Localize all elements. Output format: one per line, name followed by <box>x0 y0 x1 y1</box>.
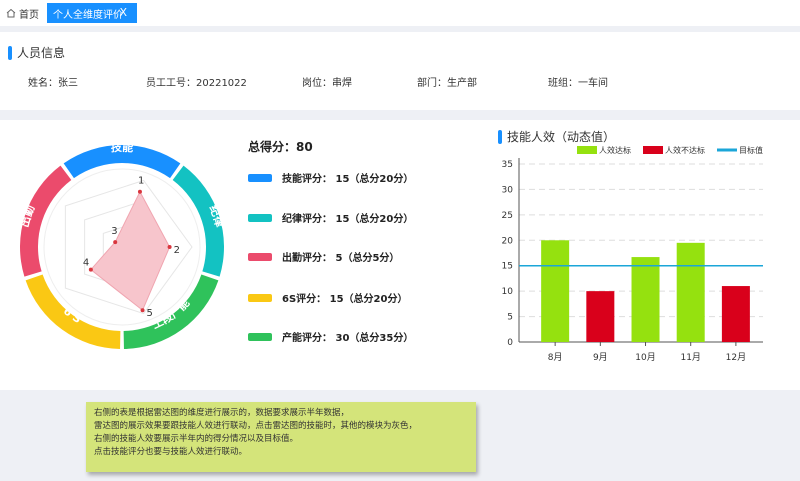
tab-active-label: 个人全维度评价 <box>53 9 123 21</box>
personnel-title-text: 人员信息 <box>17 46 66 60</box>
legend-label: 人效达标 <box>599 145 631 155</box>
field-label: 部门： <box>417 78 447 89</box>
score-capacity[interactable]: 产能评分： 30（总分35分） <box>248 329 413 344</box>
field-value: 生产部 <box>447 78 477 89</box>
y-tick-label: 20 <box>502 236 514 246</box>
x-tick-label: 8月 <box>548 352 563 363</box>
tab-home[interactable]: 首页 <box>2 4 43 22</box>
total-score-value: 80 <box>296 140 313 154</box>
radar-point-label: 1 <box>138 176 144 187</box>
score-attendance[interactable]: 出勤评分： 5（总分5分） <box>248 249 399 264</box>
x-tick-label: 10月 <box>635 352 655 363</box>
score-capacity-text: 产能评分： 30（总分35分） <box>282 333 414 344</box>
score-6s-text: 6S评分： 15（总分20分） <box>282 294 408 305</box>
personnel-section-title: 人员信息 <box>8 44 65 61</box>
y-tick-label: 10 <box>502 287 514 297</box>
score-discipline-text: 纪律评分： 15（总分20分） <box>282 214 414 225</box>
radar-point-label: 5 <box>147 308 153 319</box>
note-line: 点击技能评分也要与技能人效进行联动。 <box>94 447 248 457</box>
score-discipline[interactable]: 纪律评分： 15（总分20分） <box>248 210 413 225</box>
tab-home-label: 首页 <box>19 9 39 21</box>
field-value: 一车间 <box>578 78 608 89</box>
bar[interactable] <box>541 240 570 342</box>
radar-point[interactable] <box>167 245 172 249</box>
score-skill-text: 技能评分： 15（总分20分） <box>282 174 414 185</box>
x-tick-label: 12月 <box>726 352 746 363</box>
field-department: 部门：生产部 <box>417 74 477 89</box>
score-skill[interactable]: 技能评分： 15（总分20分） <box>248 170 413 185</box>
note-line: 右侧的表是根据雷达图的维度进行展示的，数据要求展示半年数据， <box>94 408 350 418</box>
score-attendance-text: 出勤评分： 5（总分5分） <box>282 253 400 264</box>
legend-label: 目标值 <box>739 145 763 155</box>
score-swatch <box>248 332 272 341</box>
close-icon[interactable]: X <box>119 6 127 19</box>
field-team: 班组：一车间 <box>548 74 608 89</box>
score-6s[interactable]: 6S评分： 15（总分20分） <box>248 290 407 305</box>
legend-swatch <box>577 146 597 154</box>
legend-label: 人效不达标 <box>665 145 705 155</box>
radar-ring-segment[interactable] <box>63 145 181 179</box>
field-label: 班组： <box>548 78 578 89</box>
note-line: 雷达图的展示效果要跟技能人效进行联动，点击雷达图的技能时，其他的模块为灰色， <box>94 421 418 431</box>
field-value: 张三 <box>58 78 78 89</box>
field-employee-id: 员工工号：20221022 <box>146 74 247 89</box>
x-tick-label: 11月 <box>680 352 700 363</box>
note-line: 右侧的技能人效要展示半年内的得分情况以及目标值。 <box>94 434 299 444</box>
radar-point[interactable] <box>113 240 118 245</box>
radar-point-label: 4 <box>83 258 89 269</box>
personnel-info-panel: 人员信息 姓名：张三 员工工号：20221022 岗位：串焊 部门：生产部 班组… <box>0 32 800 110</box>
skill-efficiency-chart: 人效达标 人效不达标 目标值 0 5 10 15 20 25 30 35 8月 9月 10月 11月 12月 <box>502 145 763 363</box>
y-tick-label: 5 <box>507 313 513 323</box>
score-swatch <box>248 213 272 222</box>
field-value: 20221022 <box>196 78 247 89</box>
score-swatch <box>248 293 272 302</box>
annotation-note: 右侧的表是根据雷达图的维度进行展示的，数据要求展示半年数据， 雷达图的展示效果要… <box>86 402 476 472</box>
bar[interactable] <box>721 286 750 342</box>
field-value: 串焊 <box>332 78 352 89</box>
tab-personal-evaluation[interactable]: 个人全维度评价 X <box>47 3 137 23</box>
y-tick-label: 15 <box>502 262 513 272</box>
evaluation-panel: 技能 纪律 工段产能 6 S 出勤 12543 总得分：80 技能评分： 15（总分20… <box>0 120 800 390</box>
field-label: 岗位： <box>302 78 332 89</box>
y-tick-label: 35 <box>502 160 513 170</box>
bar[interactable] <box>586 291 615 342</box>
home-icon <box>6 8 16 18</box>
field-label: 姓名： <box>28 78 58 89</box>
bar[interactable] <box>676 242 705 342</box>
x-tick-label: 9月 <box>593 352 608 363</box>
radar-point-label: 2 <box>174 245 180 256</box>
radar-point[interactable] <box>137 189 142 194</box>
score-swatch <box>248 173 272 182</box>
title-accent-bar <box>8 45 12 60</box>
field-name: 姓名：张三 <box>28 74 78 89</box>
radar-point-label: 3 <box>111 226 117 237</box>
legend-swatch <box>643 146 663 154</box>
y-tick-label: 25 <box>502 211 513 221</box>
y-tick-label: 0 <box>507 338 513 348</box>
y-tick-label: 30 <box>502 185 514 195</box>
bar[interactable] <box>631 257 660 342</box>
radar-point[interactable] <box>140 308 145 313</box>
radar-point[interactable] <box>88 267 93 272</box>
total-score: 总得分：80 <box>248 138 313 155</box>
tab-bar: 首页 个人全维度评价 X <box>0 0 800 26</box>
radar-polygon <box>90 190 171 312</box>
radar-chart[interactable]: 技能纪律工段产能6 S出勤 12543 <box>0 120 240 390</box>
field-position: 岗位：串焊 <box>302 74 352 89</box>
score-swatch <box>248 252 272 261</box>
total-score-label: 总得分： <box>248 140 297 154</box>
field-label: 员工工号： <box>146 78 196 89</box>
